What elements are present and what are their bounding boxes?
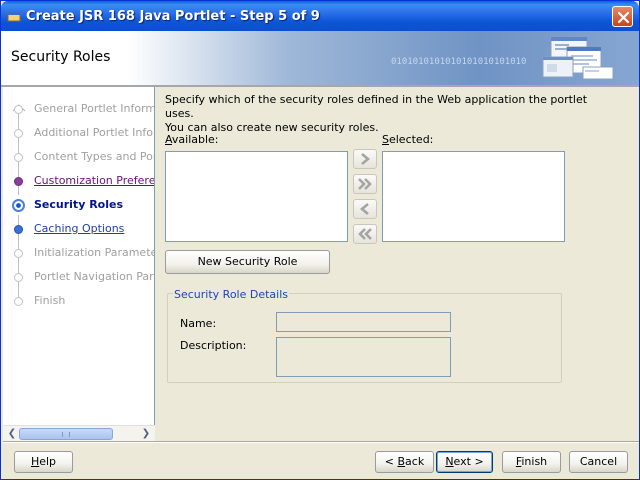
selected-roles-list[interactable] <box>382 151 565 242</box>
next-button[interactable]: Next > <box>436 451 493 473</box>
mnemonic: B <box>397 455 406 468</box>
arrow-right-icon <box>361 153 371 165</box>
scroll-left-arrow-icon[interactable]: ❮ <box>6 428 18 440</box>
instructions-line-1: Specify which of the security roles defi… <box>165 93 588 120</box>
security-role-details-title: Security Role Details <box>173 288 290 301</box>
step-dot-icon <box>14 249 23 258</box>
nav-step-label: Customization Preferences <box>34 174 155 187</box>
nav-step-customization-preferences[interactable]: Customization Preferences <box>3 171 155 191</box>
nav-step-security-roles[interactable]: Security Roles <box>3 195 154 215</box>
selected-label: Selected: <box>382 133 433 146</box>
nav-step-general-portlet-information[interactable]: General Portlet Information <box>3 99 154 119</box>
mnemonic: S <box>382 133 389 146</box>
move-all-right-button[interactable] <box>353 174 377 194</box>
nav-step-additional-portlet-information[interactable]: Additional Portlet Information <box>3 123 155 143</box>
nav-step-initialization-parameters[interactable]: Initialization Parameters <box>3 243 155 263</box>
double-arrow-left-icon <box>358 228 372 240</box>
step-dot-icon <box>14 273 23 282</box>
description-label: Description: <box>180 339 247 352</box>
nav-step-caching-options[interactable]: Caching Options <box>3 219 154 239</box>
wizard-header: Security Roles 0101010101010101010101010 <box>1 31 639 85</box>
title-bar[interactable]: Create JSR 168 Java Portlet - Step 5 of … <box>1 1 639 31</box>
nav-step-label: Security Roles <box>34 198 123 211</box>
new-security-role-button[interactable]: New Security Role <box>165 250 330 274</box>
available-label: Available: <box>165 133 219 146</box>
nav-step-finish[interactable]: Finish <box>3 291 154 311</box>
button-label: ack <box>405 455 425 468</box>
name-label: Name: <box>180 317 217 330</box>
scroll-right-arrow-icon[interactable]: ❯ <box>140 428 152 440</box>
nav-step-label: Finish <box>34 294 66 307</box>
main-content: Specify which of the security roles defi… <box>157 87 639 441</box>
arrow-left-icon <box>359 203 369 215</box>
grip-icon <box>62 432 70 437</box>
available-roles-list[interactable] <box>165 151 348 242</box>
footer-separator <box>3 441 639 443</box>
help-button[interactable]: Help <box>14 451 73 473</box>
description-field <box>276 337 451 377</box>
name-field <box>276 312 451 332</box>
button-label: elp <box>39 455 57 468</box>
nav-step-content-types[interactable]: Content Types and Portlet Modes <box>3 147 154 167</box>
button-label: ext > <box>453 455 484 468</box>
button-prefix: < <box>384 455 398 468</box>
mnemonic: N <box>445 455 454 468</box>
move-all-left-button[interactable] <box>353 224 377 244</box>
nav-step-label: General Portlet Information <box>34 102 154 115</box>
scrollbar-thumb[interactable] <box>19 428 113 440</box>
nav-step-portlet-navigation-parameters[interactable]: Portlet Navigation Parameters <box>3 267 154 287</box>
header-windows-graphic-icon <box>542 36 614 80</box>
move-right-button[interactable] <box>353 149 377 169</box>
page-title: Security Roles <box>11 49 111 65</box>
close-icon <box>617 11 630 24</box>
mnemonic: H <box>30 455 40 468</box>
nav-step-label: Content Types and Portlet Modes <box>34 150 154 163</box>
window-title: Create JSR 168 Java Portlet - Step 5 of … <box>26 9 320 24</box>
nav-step-label: Caching Options <box>34 222 125 235</box>
close-button[interactable] <box>612 6 633 27</box>
step-dot-icon <box>14 129 23 138</box>
back-button[interactable]: < Back <box>375 451 434 473</box>
step-dot-icon <box>14 105 23 114</box>
step-dot-icon <box>14 297 23 306</box>
double-arrow-right-icon <box>358 178 372 190</box>
move-left-button[interactable] <box>353 199 377 219</box>
step-dot-icon <box>14 153 23 162</box>
step-dot-icon <box>14 177 23 186</box>
java-app-icon <box>7 11 21 22</box>
finish-button[interactable]: Finish <box>502 451 561 473</box>
nav-step-label: Portlet Navigation Parameters <box>34 270 154 283</box>
nav-step-label: Initialization Parameters <box>34 246 155 259</box>
label-text: elected: <box>388 133 434 146</box>
button-label: inish <box>521 455 548 468</box>
cancel-button[interactable]: Cancel <box>569 451 628 473</box>
header-binary-decoration: 0101010101010101010101010 <box>391 57 527 67</box>
nav-horizontal-scrollbar[interactable]: ❮ ❯ <box>3 425 155 441</box>
label-text: vailable: <box>171 133 219 146</box>
step-dot-icon <box>14 225 23 234</box>
mnemonic: A <box>165 133 172 146</box>
current-step-icon <box>12 199 25 212</box>
wizard-window: Create JSR 168 Java Portlet - Step 5 of … <box>0 0 640 480</box>
wizard-step-nav: General Portlet Information Additional P… <box>3 87 155 441</box>
nav-step-label: Additional Portlet Information <box>34 126 155 139</box>
instructions: Specify which of the security roles defi… <box>165 93 605 135</box>
